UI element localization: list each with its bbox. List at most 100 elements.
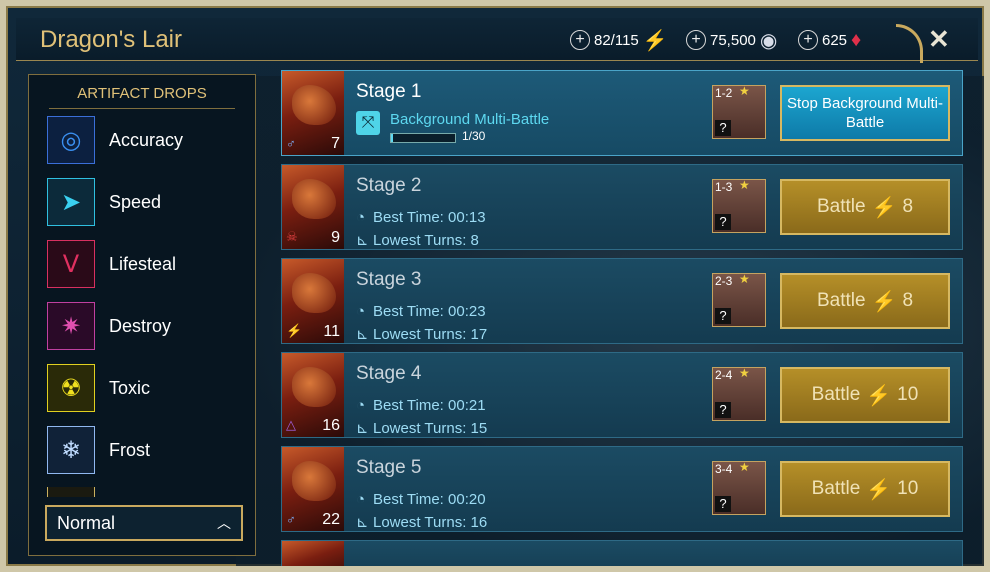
battle-button[interactable]: Battle ⚡ 10 [780,367,950,423]
add-gems-button[interactable]: + [798,30,818,50]
drop-label: Toxic [109,377,151,398]
multi-battle-icon: ⤧ [356,111,380,135]
toxic-icon: ☢ [47,364,95,412]
stage-row-1[interactable]: ♂ 7 Stage 1 ⤧ Background Multi-Battle 1/… [281,70,963,156]
energy-bolt-icon: ⚡ [866,384,892,407]
stage-row-3[interactable]: ⚡ 11 Stage 3 ◔ Best Time: 00:23 ⊾ Lowest T… [281,258,963,344]
best-time-line: ◔ Best Time: 00:21 [356,397,486,414]
header-bar: Dragon's Lair + 82/115 ⚡ + 75,500 ◉ + 62… [16,18,978,63]
dragon-head-image [292,367,336,407]
energy-bolt-icon: ⚡ [642,29,668,52]
dragon-head-image [292,461,336,501]
stage-title: Stage 5 [356,457,422,478]
question-icon: ? [715,214,731,230]
chest-range: 2-4 [715,368,733,382]
dragon-portrait [282,541,344,566]
stage-title: Stage 1 [356,81,422,102]
drop-item-lifesteal[interactable]: ᐯ Lifesteal [47,239,247,289]
drop-item-speed[interactable]: ➤ Speed [47,177,247,227]
question-icon: ? [715,308,731,324]
destroy-icon: ✷ [47,302,95,350]
boot-icon: ⊾ [356,420,369,437]
dragon-portrait: △ 16 [282,353,344,437]
dragon-portrait: ♂ 7 [282,71,344,155]
reward-chest[interactable]: 3-4 ★ ? [712,460,766,515]
chest-range: 3-4 [715,462,733,476]
chest-range: 1-2 [715,86,733,100]
star-icon: ★ [739,366,750,380]
affinity-icon: ♂ [286,512,296,527]
gems-counter[interactable]: + 625 ♦ [798,28,861,52]
difficulty-select[interactable]: Normal ︿ [45,505,243,541]
reward-chest[interactable]: 1-3 ★ ? [712,178,766,233]
clock-icon: ◔ [356,491,366,508]
stage-row-4[interactable]: △ 16 Stage 4 ◔ Best Time: 00:21 ⊾ Lowest T… [281,352,963,438]
page-title: Dragon's Lair [40,26,182,53]
energy-cost: 10 [897,478,919,499]
dragon-head-image [292,273,336,313]
boss-level: 11 [323,323,340,340]
drop-label: Accuracy [109,129,184,150]
energy-cost: 10 [897,384,919,405]
drop-item-destroy[interactable]: ✷ Destroy [47,301,247,351]
dragon-head-image [292,85,336,125]
ruby-gem-icon: ♦ [851,28,862,51]
clock-icon: ◔ [356,303,366,320]
battle-button[interactable]: Battle ⚡ 8 [780,273,950,329]
clock-icon: ◔ [356,397,366,414]
lowest-turns-line: ⊾ Lowest Turns: 17 [356,325,487,343]
speed-icon: ➤ [47,178,95,226]
stage-title: Stage 2 [356,175,422,196]
stage-row-5[interactable]: ♂ 22 Stage 5 ◔ Best Time: 00:20 ⊾ Lowest T… [281,446,963,532]
drop-label: Destroy [109,315,172,336]
battle-label: Battle [816,196,866,217]
energy-bolt-icon: ⚡ [866,478,892,501]
boss-level: 16 [322,417,340,434]
stage-row-2[interactable]: ☠ 9 Stage 2 ◔ Best Time: 00:13 ⊾ Lowest Tu… [281,164,963,250]
difficulty-value: Normal [57,512,116,533]
drop-item-toxic[interactable]: ☢ Toxic [47,363,247,413]
add-silver-button[interactable]: + [686,30,706,50]
gems-value: 625 [822,31,848,49]
accuracy-icon: ◎ [47,116,95,164]
frost-icon: ❄ [47,426,95,474]
drop-item-accuracy[interactable]: ◎ Accuracy [47,115,247,165]
partial-drop-icon [47,487,95,497]
silver-counter[interactable]: + 75,500 ◉ [686,28,777,52]
battle-button[interactable]: Battle ⚡ 10 [780,461,950,517]
artifact-drops-title: ARTIFACT DROPS [49,85,235,109]
chest-range: 1-3 [715,180,733,194]
boss-level: 9 [331,229,340,246]
energy-bolt-icon: ⚡ [871,196,897,219]
best-time-line: ◔ Best Time: 00:23 [356,303,486,320]
dragon-portrait: ⚡ 11 [282,259,344,343]
lowest-turns-line: ⊾ Lowest Turns: 8 [356,231,479,249]
lowest-turns: Lowest Turns: 16 [373,514,488,531]
progress-fill [391,134,393,142]
boot-icon: ⊾ [356,326,369,343]
stop-multi-battle-button[interactable]: Stop Background Multi-Battle [780,85,950,141]
best-time: Best Time: 00:23 [373,303,486,320]
energy-cost: 8 [902,290,914,311]
drop-item-frost[interactable]: ❄ Frost [47,425,247,475]
lowest-turns: Lowest Turns: 15 [373,420,488,437]
reward-chest[interactable]: 2-3 ★ ? [712,272,766,327]
best-time: Best Time: 00:20 [373,491,486,508]
chest-range: 2-3 [715,274,733,288]
reward-chest[interactable]: 2-4 ★ ? [712,366,766,421]
boss-level: 7 [331,135,340,152]
window-frame: Dragon's Lair + 82/115 ⚡ + 75,500 ◉ + 62… [0,0,990,572]
add-energy-button[interactable]: + [570,30,590,50]
close-button[interactable]: ✕ [928,24,950,55]
lowest-turns: Lowest Turns: 17 [373,326,488,343]
energy-counter[interactable]: + 82/115 ⚡ [570,28,668,52]
star-icon: ★ [739,84,750,98]
battle-button[interactable]: Battle ⚡ 8 [780,179,950,235]
best-time-line: ◔ Best Time: 00:20 [356,491,486,508]
stage-title: Stage 4 [356,363,422,384]
stage-row-6-partial[interactable] [281,540,963,566]
drop-item-partial [47,487,247,497]
star-icon: ★ [739,460,750,474]
reward-chest[interactable]: 1-2 ★ ? [712,84,766,139]
energy-cost: 8 [902,196,914,217]
